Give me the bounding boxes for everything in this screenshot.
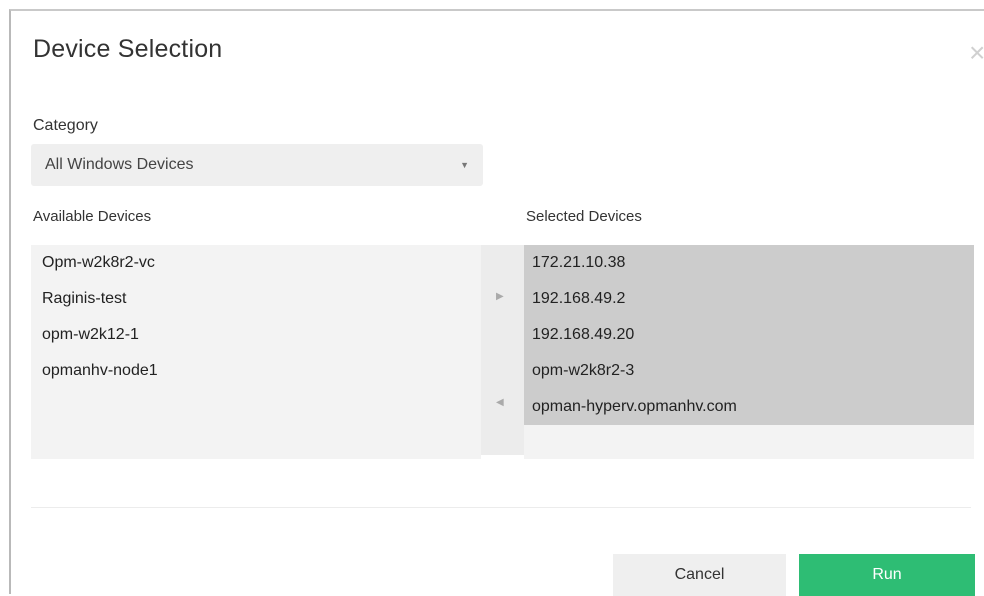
selected-devices-label: Selected Devices [526,208,642,225]
footer-divider [31,507,971,508]
list-item[interactable]: opm-w2k8r2-3 [532,362,634,380]
run-button[interactable]: Run [799,554,975,596]
available-devices-label: Available Devices [33,208,152,225]
cancel-button[interactable]: Cancel [613,554,786,596]
device-mover: ▶ ◀ [481,245,524,455]
dialog-title: Device Selection [33,35,223,63]
device-selection-dialog: Device Selection × Category All Windows … [9,9,984,596]
list-item[interactable]: opm-w2k12-1 [42,326,139,344]
close-icon[interactable]: × [969,39,984,67]
list-item[interactable]: opmanhv-node1 [42,362,158,380]
list-item[interactable]: 192.168.49.20 [532,326,634,344]
available-devices-list[interactable]: Opm-w2k8r2-vc Raginis-test opm-w2k12-1 o… [31,245,481,459]
arrow-left-icon[interactable]: ◀ [496,397,504,408]
list-item[interactable]: Opm-w2k8r2-vc [42,254,155,272]
list-item[interactable]: Raginis-test [42,290,126,308]
list-item[interactable]: 172.21.10.38 [532,254,625,272]
selected-devices-list[interactable]: 172.21.10.38 192.168.49.2 192.168.49.20 … [524,245,974,459]
list-item[interactable]: 192.168.49.2 [532,290,625,308]
caret-down-icon: ▼ [460,160,469,170]
list-item[interactable]: opman-hyperv.opmanhv.com [532,398,737,416]
category-select[interactable]: All Windows Devices ▼ [31,144,483,186]
arrow-right-icon[interactable]: ▶ [496,291,504,302]
category-label: Category [33,117,98,134]
category-select-value: All Windows Devices [45,156,194,173]
